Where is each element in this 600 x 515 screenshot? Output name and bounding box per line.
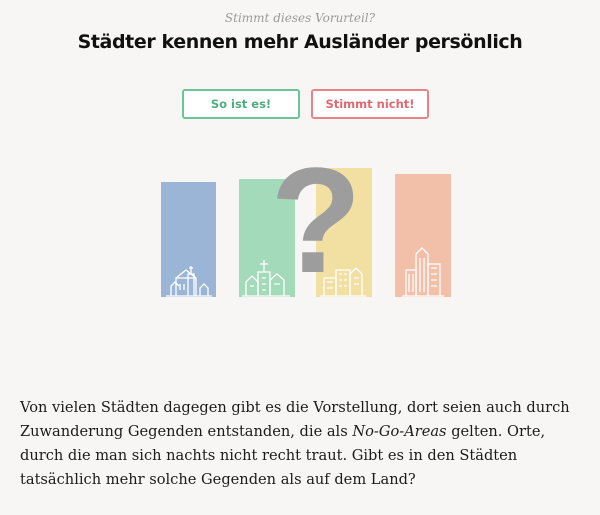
question-kicker: Stimmt dieses Vorurteil? bbox=[224, 11, 376, 25]
yes-button[interactable]: So ist es! bbox=[182, 89, 300, 119]
no-button[interactable]: Stimmt nicht! bbox=[311, 89, 429, 119]
question-mark-icon: ? bbox=[270, 160, 362, 304]
paragraph-emphasis: No-Go-Areas bbox=[352, 423, 447, 440]
bar-city bbox=[395, 174, 451, 297]
city-bars-illustration: ? bbox=[161, 160, 451, 304]
intro-paragraph: Von vielen Städten dagegen gibt es die V… bbox=[20, 396, 586, 492]
question-title: Städter kennen mehr Ausländer persönlich bbox=[77, 31, 523, 53]
